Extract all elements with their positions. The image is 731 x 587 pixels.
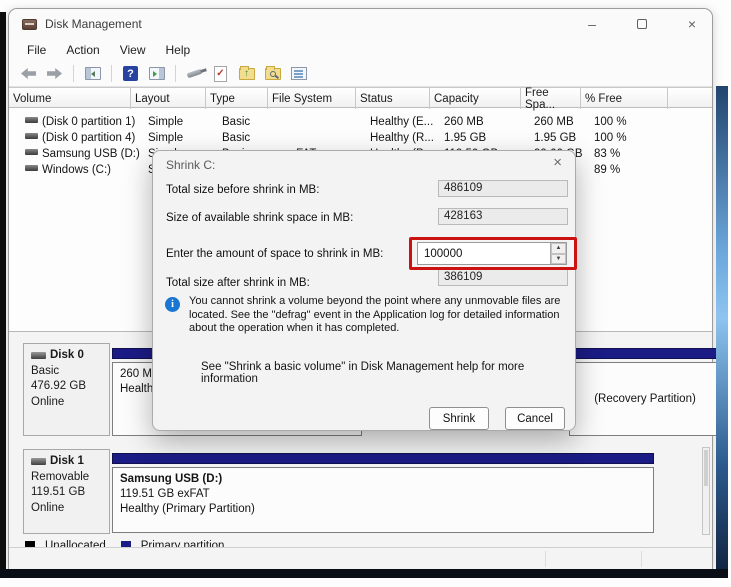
column-header-empty [668, 88, 712, 109]
folder-up-icon[interactable]: ↑ [237, 65, 256, 83]
dialog-close-icon[interactable]: × [553, 154, 562, 171]
menu-action[interactable]: Action [66, 43, 99, 57]
highlight-box [409, 237, 577, 270]
field-available-space: 428163 [438, 208, 568, 225]
disk0-partition-recovery[interactable]: (Recovery Partition) [569, 362, 721, 436]
label-total-before: Total size before shrink in MB: [166, 184, 320, 196]
disk-icon [31, 458, 46, 466]
screen-edge-left [0, 12, 6, 572]
disk-icon [31, 352, 46, 360]
column-header-type[interactable]: Type [206, 88, 268, 109]
disk-management-app-icon [22, 18, 37, 30]
screenshot-stage: Disk Management – × File Action View Hel… [0, 0, 731, 587]
window-title: Disk Management [45, 17, 142, 31]
toolbar-separator [73, 65, 74, 82]
help-icon[interactable]: ? [121, 65, 140, 83]
info-icon: i [165, 297, 180, 312]
back-icon[interactable] [19, 65, 38, 83]
menu-file[interactable]: File [27, 43, 46, 57]
column-header-status[interactable]: Status [356, 88, 430, 109]
title-bar: Disk Management – × [9, 9, 712, 39]
menu-help[interactable]: Help [166, 43, 191, 57]
cancel-button[interactable]: Cancel [505, 407, 565, 430]
screen-edge-right [716, 86, 728, 569]
column-header-filesystem[interactable]: File System [268, 88, 356, 109]
toolbar: ? ✓ ↑ [9, 61, 712, 87]
label-shrink-amount: Enter the amount of space to shrink in M… [166, 248, 384, 260]
status-bar [9, 547, 712, 569]
volume-icon [25, 165, 38, 171]
device-icon[interactable] [185, 65, 204, 83]
column-header-capacity[interactable]: Capacity [430, 88, 521, 109]
column-header-pctfree[interactable]: % Free [581, 88, 668, 109]
disk0-header[interactable]: Disk 0 Basic 476.92 GB Online [23, 343, 110, 436]
disk1-partition-bar [112, 453, 654, 464]
maximize-icon [637, 19, 647, 29]
field-total-after: 386109 [438, 269, 568, 286]
close-button[interactable]: × [682, 14, 702, 34]
column-header-volume[interactable]: Volume [9, 88, 131, 109]
column-header-layout[interactable]: Layout [131, 88, 206, 109]
volume-icon [25, 133, 38, 139]
toolbar-separator [111, 65, 112, 82]
check-document-icon[interactable]: ✓ [211, 65, 230, 83]
column-header-freespace[interactable]: Free Spa... [521, 87, 581, 111]
statusbar-separator [545, 551, 546, 567]
toolbar-separator [175, 65, 176, 82]
menu-view[interactable]: View [120, 43, 146, 57]
maximize-button[interactable] [632, 14, 652, 34]
volume-icon [25, 117, 38, 123]
vertical-scrollbar[interactable] [702, 447, 710, 535]
menu-bar: File Action View Help [9, 39, 712, 61]
field-total-before: 486109 [438, 180, 568, 197]
shrink-button[interactable]: Shrink [429, 407, 489, 430]
screen-edge-bottom [0, 569, 728, 578]
dialog-title: Shrink C: [166, 158, 216, 172]
folder-search-icon[interactable] [263, 65, 282, 83]
help-text: See "Shrink a basic volume" in Disk Mana… [201, 361, 525, 385]
table-row[interactable]: (Disk 0 partition 1) Simple Basic Health… [9, 115, 712, 131]
volume-table-header: Volume Layout Type File System Status Ca… [9, 87, 712, 111]
scrollbar-thumb[interactable] [704, 450, 708, 486]
statusbar-separator [641, 551, 642, 567]
label-available-space: Size of available shrink space in MB: [166, 212, 354, 224]
label-total-after: Total size after shrink in MB: [166, 277, 310, 289]
properties-icon[interactable] [289, 65, 308, 83]
action-pane-icon[interactable] [147, 65, 166, 83]
disk1-header[interactable]: Disk 1 Removable 119.51 GB Online [23, 449, 110, 534]
disk1-partition-samsung[interactable]: Samsung USB (D:) 119.51 GB exFAT Healthy… [112, 467, 654, 533]
minimize-button[interactable]: – [582, 14, 602, 34]
volume-icon [25, 149, 38, 155]
console-tree-icon[interactable] [83, 65, 102, 83]
info-text: You cannot shrink a volume beyond the po… [189, 295, 561, 334]
shrink-dialog: Shrink C: × Total size before shrink in … [152, 150, 577, 431]
table-row[interactable]: (Disk 0 partition 4) Simple Basic Health… [9, 131, 712, 147]
forward-icon[interactable] [45, 65, 64, 83]
